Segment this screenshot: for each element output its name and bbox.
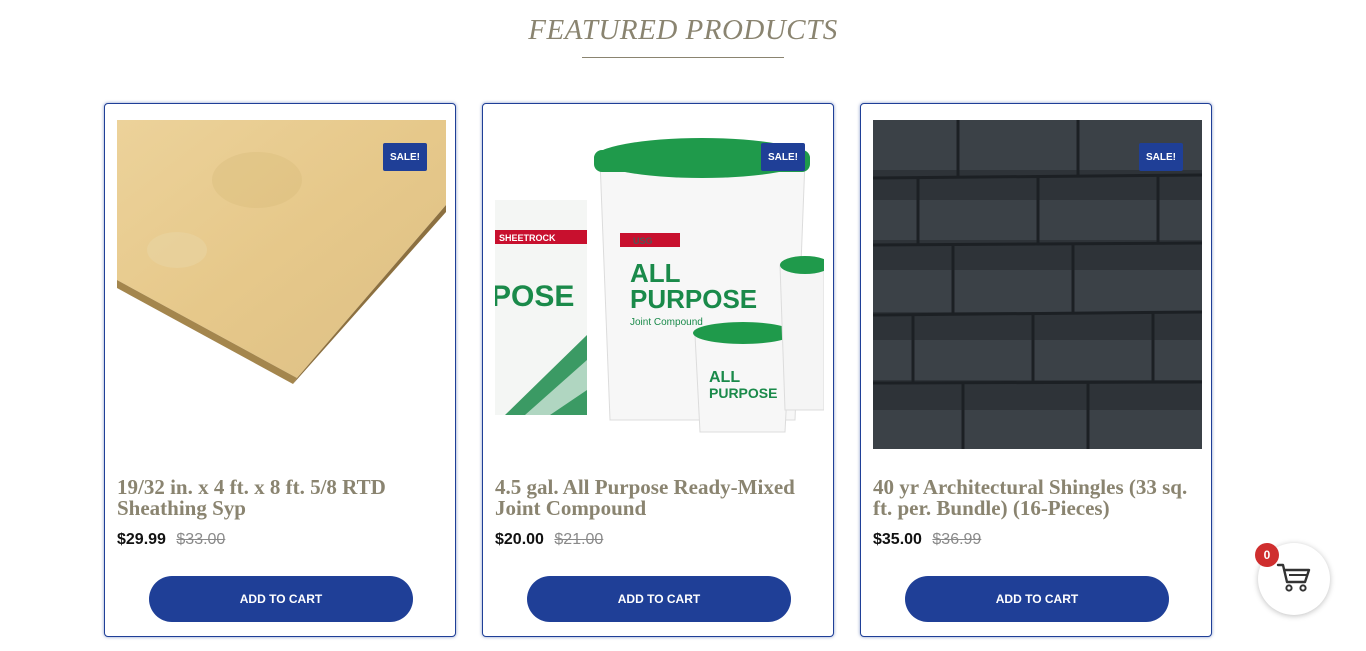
cart-count-badge: 0 — [1255, 543, 1279, 567]
cart-icon — [1276, 561, 1312, 598]
price-row: $35.00 $36.99 — [873, 531, 981, 549]
original-price: $33.00 — [176, 531, 226, 548]
product-image-plywood[interactable]: SALE! — [117, 120, 446, 449]
product-image-shingles[interactable]: SALE! — [873, 120, 1202, 449]
sale-price: $35.00 — [873, 531, 922, 548]
tub-title-1: ALL — [709, 369, 740, 386]
bucket-brand-text: USG — [633, 236, 653, 246]
sale-badge: SALE! — [383, 143, 427, 171]
product-title[interactable]: 40 yr Architectural Shingles (33 sq. ft.… — [873, 477, 1198, 519]
original-price: $21.00 — [554, 531, 604, 548]
product-title[interactable]: 4.5 gal. All Purpose Ready-Mixed Joint C… — [495, 477, 820, 519]
product-card: SALE! 40 yr Architectural Shingles (33 s… — [860, 103, 1212, 637]
bucket-title-2: PURPOSE — [630, 284, 757, 314]
bucket-subtitle: Joint Compound — [630, 317, 703, 328]
sale-price: $29.99 — [117, 531, 166, 548]
price-row: $20.00 $21.00 — [495, 531, 603, 549]
box-big-text: POSE — [495, 280, 574, 313]
title-divider — [582, 57, 784, 58]
add-to-cart-button[interactable]: ADD TO CART — [905, 576, 1169, 622]
original-price: $36.99 — [932, 531, 982, 548]
price-row: $29.99 $33.00 — [117, 531, 225, 549]
section-title: FEATURED PRODUCTS — [528, 14, 838, 46]
product-title[interactable]: 19/32 in. x 4 ft. x 8 ft. 5/8 RTD Sheath… — [117, 477, 442, 519]
product-image-joint-compound[interactable]: SHEETROCK POSE USG ALL PURPOSE Joint Com… — [495, 120, 824, 449]
floating-cart-button[interactable]: 0 — [1255, 543, 1330, 615]
sale-badge: SALE! — [761, 143, 805, 171]
add-to-cart-button[interactable]: ADD TO CART — [149, 576, 413, 622]
product-card: SHEETROCK POSE USG ALL PURPOSE Joint Com… — [482, 103, 834, 637]
tub-title-2: PURPOSE — [709, 385, 777, 401]
add-to-cart-button[interactable]: ADD TO CART — [527, 576, 791, 622]
sale-badge: SALE! — [1139, 143, 1183, 171]
box-brand-text: SHEETROCK — [499, 233, 556, 243]
sale-price: $20.00 — [495, 531, 544, 548]
product-card: SALE! 19/32 in. x 4 ft. x 8 ft. 5/8 RTD … — [104, 103, 456, 637]
